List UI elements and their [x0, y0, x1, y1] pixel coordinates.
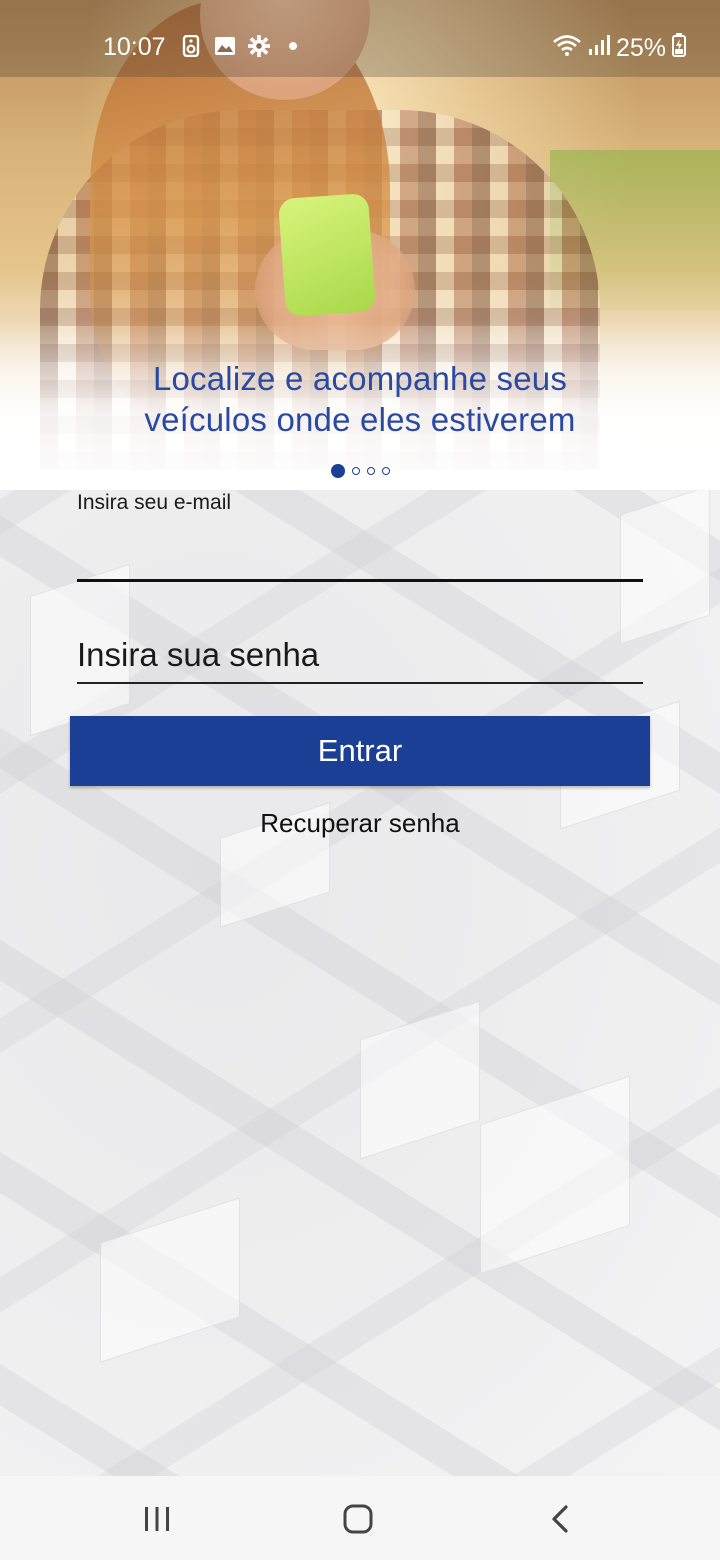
- battery-charging-icon: [672, 33, 686, 64]
- email-field[interactable]: [77, 522, 643, 582]
- notification-app-icon: [180, 35, 202, 57]
- carousel-indicator: [0, 464, 720, 478]
- hero-caption: Localize e acompanhe seus veículos onde …: [0, 358, 720, 440]
- city-background: [0, 460, 720, 1476]
- carousel-dot-3[interactable]: [366, 467, 375, 475]
- hero-caption-line2: veículos onde eles estiverem: [144, 401, 576, 438]
- smartphone-illustration: [277, 193, 377, 317]
- back-icon[interactable]: [530, 1498, 590, 1540]
- recent-apps-icon[interactable]: [127, 1498, 187, 1540]
- wifi-icon: [552, 33, 582, 64]
- settings-icon: [248, 35, 270, 57]
- email-label: Insira seu e-mail: [77, 491, 232, 514]
- system-nav-bar: [0, 1476, 720, 1560]
- battery-percent: 25%: [615, 34, 666, 62]
- login-button[interactable]: Entrar: [70, 716, 650, 786]
- status-bar: 10:07 25%: [0, 0, 720, 77]
- carousel-dot-1[interactable]: [330, 464, 345, 478]
- signal-icon: [588, 34, 610, 63]
- home-icon[interactable]: [328, 1498, 388, 1540]
- recover-password-link[interactable]: Recuperar senha: [0, 808, 720, 839]
- carousel-dot-4[interactable]: [381, 467, 390, 475]
- hero-caption-line1: Localize e acompanhe seus: [152, 360, 568, 397]
- password-field[interactable]: [77, 628, 643, 684]
- dot-icon: [282, 35, 304, 57]
- carousel-dot-2[interactable]: [351, 467, 360, 475]
- gallery-icon: [214, 35, 236, 57]
- status-time: 10:07: [103, 33, 166, 61]
